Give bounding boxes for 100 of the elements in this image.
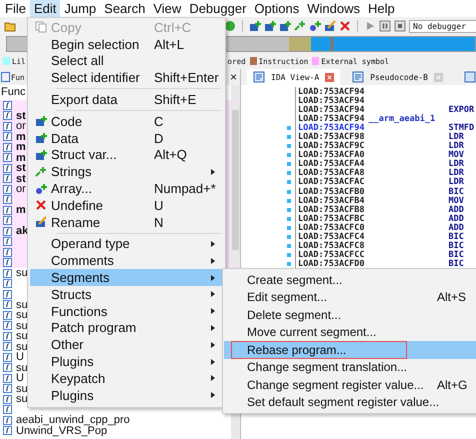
menu-item[interactable]: Rename N [30,214,223,231]
menu-item[interactable]: Other [30,336,223,354]
submenu-arrow-icon [211,168,215,175]
column-header: Func [0,85,26,100]
tab-icon[interactable] [464,71,476,83]
menu-item[interactable]: Operand type [30,236,223,252]
function-name[interactable]: su [16,268,28,278]
copy-icon [34,21,46,34]
menu-title[interactable]: View [149,0,186,17]
function-name[interactable]: su [16,320,28,331]
play-icon[interactable] [364,20,376,32]
menu-item[interactable]: Data D [30,130,223,147]
menu-item[interactable]: Change segment register value... Alt+G [224,376,476,394]
function-name[interactable]: ak [16,226,28,236]
function-icon [3,216,12,226]
menu-item[interactable]: Keypatch [30,370,223,387]
circle-icon[interactable] [224,20,236,32]
strings-icon [34,166,46,178]
menu-item[interactable]: Delete segment... [224,306,476,324]
address: LOAD:753ACF94 [295,104,365,115]
function-name[interactable]: st [16,174,26,184]
function-icon [3,310,12,320]
menu-title[interactable]: File [1,0,30,17]
pencil-icon[interactable] [324,20,336,32]
function-name[interactable]: m [16,142,26,152]
menu-item[interactable]: Functions [30,302,223,320]
menu-item[interactable]: Code C [30,112,223,130]
instruction: MOV [448,196,464,206]
menu-item[interactable]: Export data Shift+E [30,91,223,108]
folder-icon[interactable] [4,20,16,32]
menu-title[interactable]: Windows [303,0,364,17]
function-name[interactable]: or [16,184,26,194]
menu-title[interactable]: Edit [30,0,60,17]
function-name[interactable]: su [16,362,28,373]
function-name[interactable]: su [16,384,28,394]
instruction: BIC [448,241,464,252]
address: LOAD:753ACFC8 [295,241,365,252]
function-name[interactable]: su [16,342,28,352]
add-icon[interactable] [279,20,291,32]
menu-item[interactable]: Create segment... [224,271,476,288]
function-icon [3,268,12,278]
function-name[interactable]: su [16,310,28,320]
add-icon [34,132,46,144]
menu-item[interactable]: Move current segment... [224,324,476,341]
stop-icon[interactable] [394,20,406,32]
function-name[interactable]: st [16,163,26,174]
menu-item[interactable]: Rebase program... [224,341,476,358]
function-icon [3,416,12,425]
add-icon[interactable] [264,20,276,32]
menu-item[interactable]: Segments [30,269,223,286]
array-icon[interactable] [309,20,321,32]
menu-item[interactable]: Strings [30,163,223,180]
function-name[interactable]: Unwind_VRS_Pop [16,426,108,436]
menu-item[interactable]: Patch program [30,320,223,336]
function-name[interactable]: U [16,373,24,384]
menu-item[interactable]: Select all [30,52,223,70]
function-name[interactable]: su [16,394,28,404]
menu-title[interactable]: Help [364,0,399,17]
menu-title[interactable]: Options [250,0,304,17]
debugger-select[interactable]: No debugger [409,20,476,32]
function-name[interactable]: aeabi_unwind_cpp_pro [16,415,130,426]
function-name[interactable]: or [16,121,26,132]
view-tab[interactable]: IDA View-A [247,69,340,85]
function-name[interactable]: U [16,352,24,362]
function-name[interactable]: m [16,132,26,142]
menu-item[interactable]: Comments [30,252,223,270]
menu-item[interactable]: Plugins [30,353,223,370]
close-button[interactable]: × [230,70,237,84]
menu-item[interactable]: Undefine U [30,196,223,214]
menu-item[interactable]: Edit segment... Alt+S [224,288,476,306]
menu-title[interactable]: Debugger [185,0,250,17]
close-icon[interactable] [339,20,351,32]
function-name[interactable]: m [16,205,26,216]
submenu-arrow-icon [211,308,215,314]
add-icon[interactable] [249,20,261,32]
function-icon [3,426,12,436]
menu-item[interactable]: Select identifier Shift+Enter [30,69,223,86]
menu-item[interactable]: Change segment translation... [224,358,476,376]
submenu-arrow-icon [211,375,215,382]
menu-item[interactable]: Begin selection Alt+L [30,36,223,53]
close-icon[interactable] [325,72,334,82]
function-icon [3,394,12,404]
view-tab[interactable]: Pseudocode-B [346,69,449,85]
menu-item[interactable]: Struct var... Alt+Q [30,146,223,164]
menu-title[interactable]: Search [100,0,150,17]
menu-item[interactable]: Structs [30,286,223,303]
address: LOAD:753ACFB4 [295,196,365,206]
function-icon [3,363,12,372]
menu-item[interactable]: Array... Numpad+* [30,180,223,197]
function-icon [3,122,12,131]
function-name[interactable]: st [16,110,26,121]
function-name[interactable]: su [16,331,28,342]
function-name[interactable]: su [16,300,28,310]
menu-title[interactable]: Jump [60,0,100,17]
strings-icon[interactable] [294,20,306,32]
function-name[interactable]: m [16,152,26,163]
menu-item[interactable]: Set default segment register value... [224,394,476,411]
pause-icon[interactable] [379,20,391,32]
instruction: BIC [448,232,464,242]
menu-item[interactable]: Plugins [30,386,223,404]
